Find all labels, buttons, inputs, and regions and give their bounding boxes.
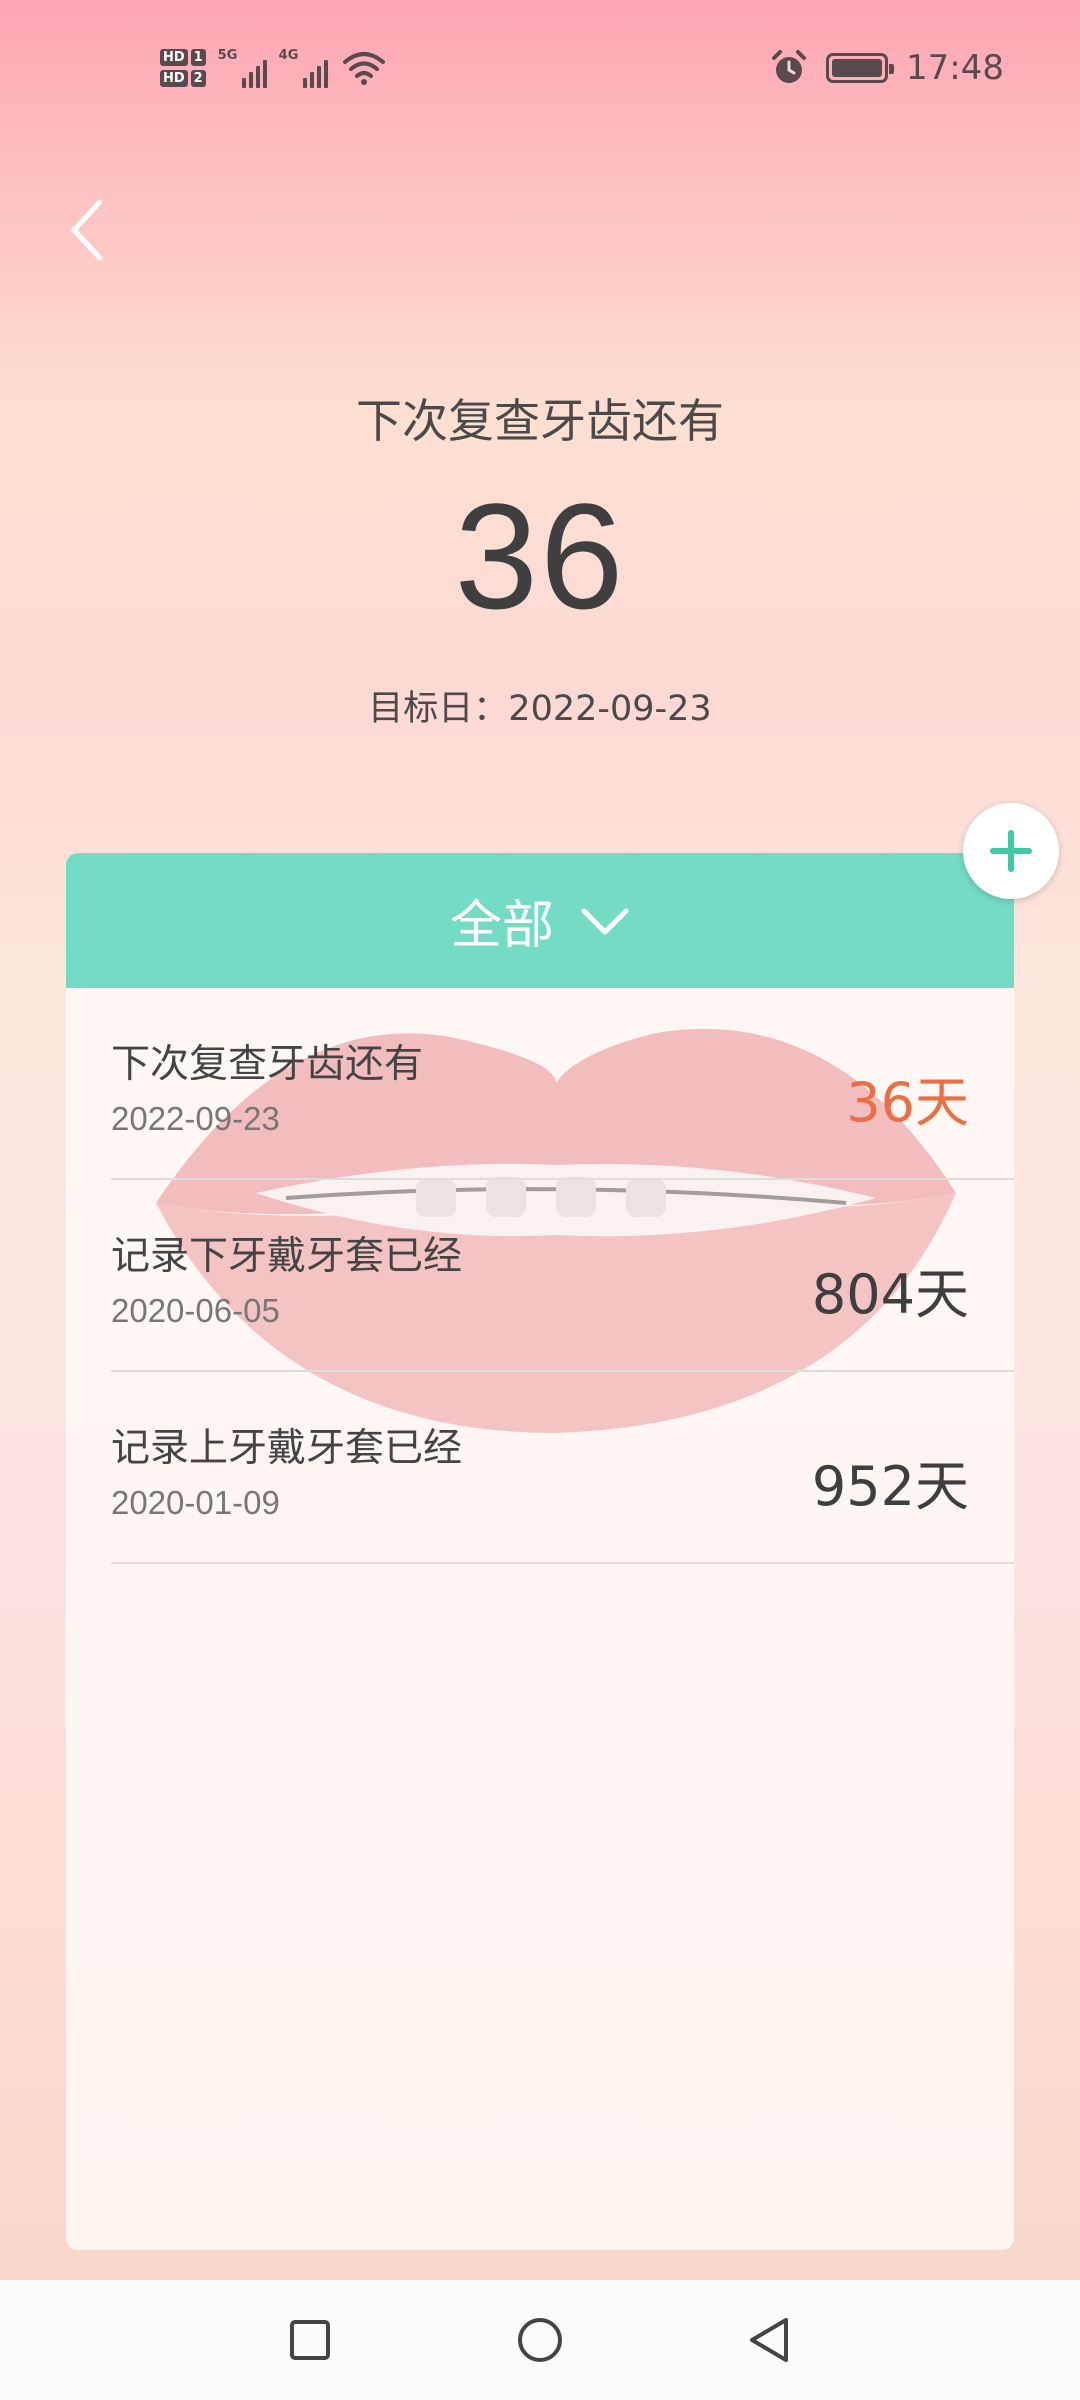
status-bar: HD 1 HD 2 5G 4G 17:48 <box>0 0 1080 135</box>
hd2-badge: HD <box>160 70 188 87</box>
item-days: 36天 <box>846 1071 969 1134</box>
countdown-title: 下次复查牙齿还有 <box>356 394 724 448</box>
status-time: 17:48 <box>906 48 1004 88</box>
item-days: 952天 <box>811 1455 969 1518</box>
countdown-days: 36 <box>454 472 626 640</box>
item-title: 记录下牙戴牙套已经 <box>111 1234 463 1279</box>
recents-square-icon[interactable] <box>280 2310 340 2370</box>
signal-5g-label: 5G <box>217 48 238 63</box>
target-date: 目标日：2022-09-23 <box>368 689 712 729</box>
item-days: 804天 <box>811 1263 969 1326</box>
item-date: 2020-06-05 <box>111 1292 280 1329</box>
event-list-card: 全部 下次复查牙齿还有 2022-09-23 36天 记录下牙戴牙套已经 202… <box>66 853 1014 2250</box>
wifi-icon <box>342 52 385 85</box>
item-date: 2022-09-23 <box>111 1100 280 1137</box>
status-right: 17:48 <box>770 40 1004 96</box>
list-item[interactable]: 记录上牙戴牙套已经 2020-01-09 952天 <box>111 1372 1014 1564</box>
battery-icon <box>826 53 895 83</box>
sim-indicators: HD 1 HD 2 <box>160 49 206 87</box>
signal-4g-icon: 4G <box>278 48 328 88</box>
item-title: 记录上牙戴牙套已经 <box>111 1426 463 1471</box>
battery-fill <box>832 59 883 77</box>
add-event-button[interactable] <box>963 803 1059 899</box>
signal-5g-icon: 5G <box>217 48 267 88</box>
sim2-number: 2 <box>190 70 206 87</box>
back-chevron-icon[interactable] <box>60 190 120 270</box>
chevron-down-icon <box>581 908 629 934</box>
system-nav-bar <box>0 2280 1080 2400</box>
sim1-number: 1 <box>190 49 206 66</box>
list-item[interactable]: 记录下牙戴牙套已经 2020-06-05 804天 <box>111 1180 1014 1372</box>
item-date: 2020-01-09 <box>111 1484 280 1521</box>
alarm-icon <box>772 50 807 83</box>
signal-4g-label: 4G <box>278 48 299 63</box>
home-circle-icon[interactable] <box>510 2310 570 2370</box>
hd1-badge: HD <box>160 49 188 66</box>
plus-icon <box>990 830 1032 872</box>
item-title: 下次复查牙齿还有 <box>111 1042 424 1087</box>
back-triangle-icon[interactable] <box>740 2310 800 2370</box>
filter-label: 全部 <box>449 896 554 956</box>
list-item[interactable]: 下次复查牙齿还有 2022-09-23 36天 <box>111 988 1014 1180</box>
status-left: HD 1 HD 2 5G 4G <box>160 38 386 98</box>
